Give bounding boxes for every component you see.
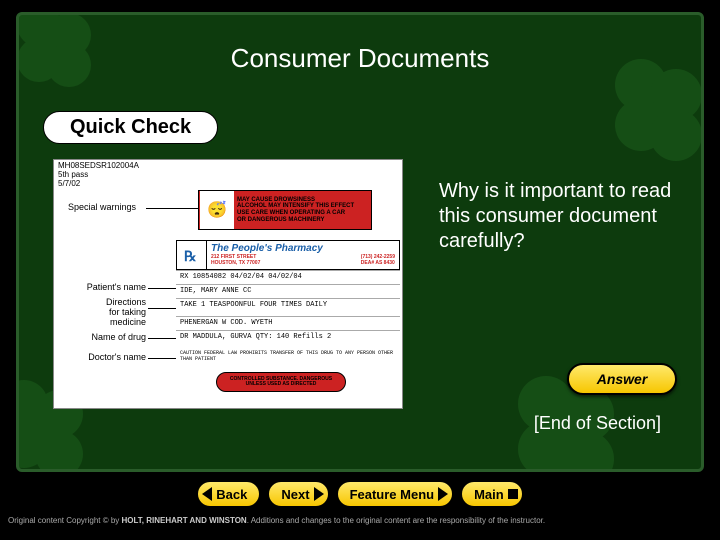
label-directions: Directions for taking medicine	[78, 298, 146, 328]
question-text: Why is it important to read this consume…	[439, 179, 689, 254]
pharmacy-header: ℞ The People's Pharmacy 212 FIRST STREET…	[176, 240, 400, 270]
answer-button[interactable]: Answer	[567, 363, 677, 395]
square-icon	[508, 489, 518, 499]
image-meta: MH08SEDSR102004A 5th pass 5/7/02	[58, 162, 139, 188]
controlled-substance-sticker: CONTROLLED SUBSTANCE. DANGEROUS UNLESS U…	[216, 372, 346, 392]
end-of-section: [End of Section]	[534, 413, 661, 434]
nav-bar: Back Next Feature Menu Main	[0, 478, 720, 510]
warning-sticker: 😴 MAY CAUSE DROWSINESS ALCOHOL MAY INTEN…	[198, 190, 372, 230]
slide-frame: Consumer Documents Quick Check MH08SEDSR…	[16, 12, 704, 472]
feature-menu-button[interactable]: Feature Menu	[336, 480, 455, 508]
label-special-warnings: Special warnings	[68, 202, 136, 212]
doctor-row: DR MADDULA, GURVA QTY: 140 Refills 2	[176, 330, 400, 343]
label-drug: Name of drug	[68, 332, 146, 342]
rx-icon: ℞	[177, 241, 207, 269]
back-button[interactable]: Back	[196, 480, 261, 508]
label-doctor: Doctor's name	[68, 352, 146, 362]
drug-row: PHENERGAN W COD. WYETH	[176, 316, 400, 329]
rx-number-row: RX 10854082 04/02/04 04/02/04	[176, 270, 400, 283]
arrow-right-icon	[438, 487, 448, 501]
slide-title: Consumer Documents	[19, 43, 701, 74]
next-button[interactable]: Next	[267, 480, 329, 508]
arrow-left-icon	[202, 487, 212, 501]
main-button[interactable]: Main	[460, 480, 524, 508]
prescription-label-image: MH08SEDSR102004A 5th pass 5/7/02 Special…	[53, 159, 403, 409]
caution-row: CAUTION FEDERAL LAW PROHIBITS TRANSFER O…	[176, 348, 400, 364]
quick-check-badge: Quick Check	[43, 111, 218, 144]
svg-text:℞: ℞	[184, 248, 197, 264]
copyright-text: Original content Copyright © by HOLT, RI…	[8, 516, 545, 525]
patient-row: IDE, MARY ANNE CC	[176, 284, 400, 297]
leader-line	[146, 208, 198, 209]
drowsy-icon: 😴	[200, 191, 234, 229]
arrow-right-icon	[314, 487, 324, 501]
label-patient: Patient's name	[60, 282, 146, 292]
directions-row: TAKE 1 TEASPOONFUL FOUR TIMES DAILY	[176, 298, 400, 311]
